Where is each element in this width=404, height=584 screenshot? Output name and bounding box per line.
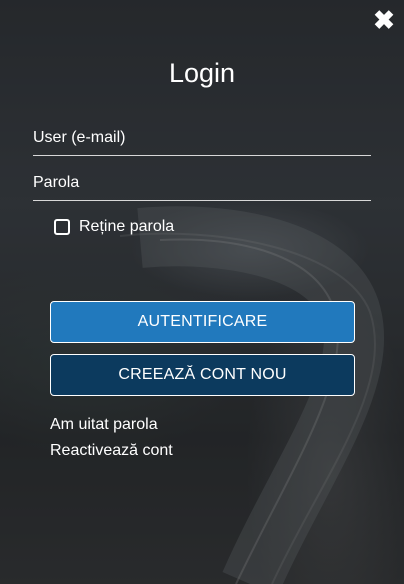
dialog-title: Login — [168, 58, 236, 88]
password-input[interactable] — [33, 166, 371, 200]
create-account-button[interactable]: CREEAZĂ CONT NOU — [50, 354, 355, 396]
password-field — [33, 166, 371, 201]
login-dialog: ✖ Login Reține parola AUTENTIFICARE CREE… — [0, 0, 404, 584]
user-email-input[interactable] — [33, 121, 371, 155]
reactivate-account-link[interactable]: Reactivează cont — [50, 442, 173, 460]
remember-password-option[interactable]: Reține parola — [54, 217, 174, 237]
forgot-password-link[interactable]: Am uitat parola — [50, 416, 158, 434]
login-button[interactable]: AUTENTIFICARE — [50, 301, 355, 343]
close-icon[interactable]: ✖ — [372, 7, 396, 33]
remember-password-checkbox[interactable] — [54, 219, 70, 235]
remember-password-label: Reține parola — [79, 218, 175, 235]
user-field — [33, 121, 371, 156]
